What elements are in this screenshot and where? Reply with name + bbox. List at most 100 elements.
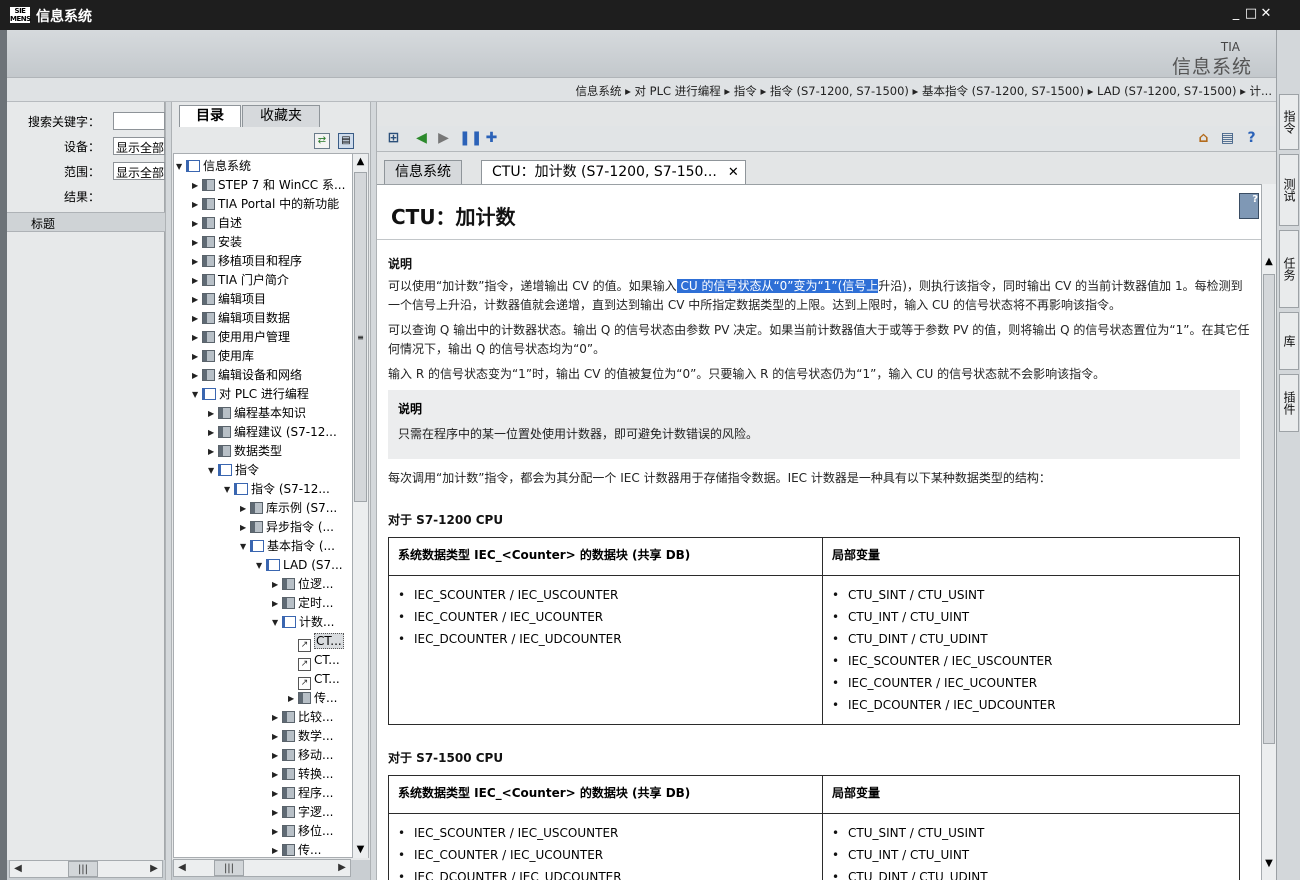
minimize-button[interactable]: _ [1228, 5, 1244, 23]
tree-item[interactable]: ▼ 对 PLC 进行编程 [192, 385, 309, 404]
scroll-down-icon[interactable]: ▼ [1262, 856, 1276, 872]
results-column-title[interactable]: 标题 [7, 212, 165, 232]
tree-item[interactable]: ▶ TIA 门户简介 [192, 271, 289, 290]
collapsed-arrow-icon[interactable]: ▶ [272, 708, 282, 727]
tree-item[interactable]: ↗ CT... [288, 651, 340, 671]
maximize-button[interactable]: □ [1243, 5, 1259, 23]
tree-item[interactable]: ▶ 异步指令 (... [240, 518, 334, 537]
panel-splitter-right[interactable] [370, 102, 377, 880]
help-icon[interactable]: ? [1243, 130, 1260, 147]
home-icon[interactable]: ⌂ [1195, 130, 1212, 147]
dock-tab-instructions[interactable]: 指令 [1279, 94, 1299, 150]
collapsed-arrow-icon[interactable]: ▶ [208, 404, 218, 423]
show-contents-icon[interactable]: ⊞ [385, 130, 402, 147]
tree-item[interactable]: ▶ 移位... [272, 822, 333, 841]
tree-item[interactable]: ▶ 位逻... [272, 575, 333, 594]
tree-item[interactable]: ▼ LAD (S7... [256, 556, 343, 575]
collapsed-arrow-icon[interactable]: ▶ [192, 328, 202, 347]
collapsed-arrow-icon[interactable]: ▶ [272, 803, 282, 822]
collapsed-arrow-icon[interactable]: ▶ [192, 271, 202, 290]
tree-item[interactable]: ▼ 计数... [272, 613, 334, 632]
collapsed-arrow-icon[interactable]: ▶ [192, 252, 202, 271]
tree-scroll-thumb[interactable]: ≡ [354, 172, 367, 502]
scroll-right-icon[interactable]: ▶ [334, 860, 350, 876]
collapsed-arrow-icon[interactable]: ▶ [240, 499, 250, 518]
tree-item[interactable]: ▶ 使用库 [192, 347, 254, 366]
tree-item[interactable]: ▶ STEP 7 和 WinCC 系... [192, 176, 345, 195]
collapsed-arrow-icon[interactable]: ▶ [272, 594, 282, 613]
sync-contents-icon[interactable]: ⇄ [314, 133, 330, 149]
tree-item[interactable]: ▶ 转换... [272, 765, 333, 784]
expanded-arrow-icon[interactable]: ▼ [240, 537, 250, 556]
tree-item[interactable]: ▶ 库示例 (S7... [240, 499, 337, 518]
expanded-arrow-icon[interactable]: ▼ [208, 461, 218, 480]
tree-item[interactable]: ▶ 比较... [272, 708, 333, 727]
tree-vscrollbar[interactable]: ▲ ≡ ▼ [352, 154, 368, 858]
view-mode-icon[interactable]: ? [1239, 193, 1259, 219]
dock-tab-libraries[interactable]: 库 [1279, 312, 1299, 370]
collapsed-arrow-icon[interactable]: ▶ [192, 233, 202, 252]
document-vscrollbar[interactable]: ▲ ▼ [1261, 184, 1276, 880]
close-tab-icon[interactable]: ✕ [728, 161, 739, 184]
tree-item[interactable]: ▶ 安装 [192, 233, 242, 252]
expanded-arrow-icon[interactable]: ▼ [176, 157, 186, 176]
collapsed-arrow-icon[interactable]: ▶ [272, 841, 282, 857]
dock-tab-addins[interactable]: 插件 [1279, 374, 1299, 432]
collapsed-arrow-icon[interactable]: ▶ [192, 176, 202, 195]
dock-tab-tasks[interactable]: 任务 [1279, 230, 1299, 308]
collapsed-arrow-icon[interactable]: ▶ [208, 442, 218, 461]
collapsed-arrow-icon[interactable]: ▶ [192, 366, 202, 385]
device-select[interactable]: 显示全部 [113, 137, 165, 155]
tree-item[interactable]: ▶ 移动... [272, 746, 333, 765]
close-window-button[interactable]: ✕ [1258, 5, 1274, 23]
print-icon[interactable]: ▤ [1219, 130, 1236, 147]
breadcrumb[interactable]: 信息系统 ▸ 对 PLC 进行编程 ▸ 指令 ▸ 指令 (S7-1200, S7… [575, 83, 1272, 99]
tree-item[interactable]: ▶ 程序... [272, 784, 333, 803]
print-icon[interactable]: ▤ [338, 133, 354, 149]
expanded-arrow-icon[interactable]: ▼ [192, 385, 202, 404]
results-hscrollbar[interactable]: ◀ ||| ▶ [9, 860, 163, 878]
collapsed-arrow-icon[interactable]: ▶ [272, 727, 282, 746]
collapsed-arrow-icon[interactable]: ▶ [192, 195, 202, 214]
collapsed-arrow-icon[interactable]: ▶ [192, 309, 202, 328]
expanded-arrow-icon[interactable]: ▼ [256, 556, 266, 575]
document-scroll-thumb[interactable] [1263, 274, 1275, 744]
scroll-down-icon[interactable]: ▼ [353, 842, 368, 858]
tree-item[interactable]: ▶ 自述 [192, 214, 242, 233]
tree-item[interactable]: ↗ CT... [288, 632, 344, 652]
tree-item[interactable]: ▶ 编程建议 (S7-12... [208, 423, 337, 442]
collapsed-arrow-icon[interactable]: ▶ [240, 518, 250, 537]
tree-hscrollbar[interactable]: ◀ ||| ▶ [173, 859, 351, 877]
add-favorite-icon[interactable]: ✚ [483, 130, 500, 147]
collapsed-arrow-icon[interactable]: ▶ [288, 689, 298, 708]
collapsed-arrow-icon[interactable]: ▶ [272, 575, 282, 594]
selected-text[interactable]: CU 的信号状态从“0”变为“1”(信号上 [676, 279, 879, 293]
tree-item[interactable]: ▶ 编程基本知识 [208, 404, 306, 423]
scroll-left-icon[interactable]: ◀ [10, 861, 26, 877]
collapsed-arrow-icon[interactable]: ▶ [192, 214, 202, 233]
tree-item[interactable]: ↗ CT... [288, 670, 340, 690]
scroll-up-icon[interactable]: ▲ [1262, 254, 1276, 270]
collapsed-arrow-icon[interactable]: ▶ [272, 746, 282, 765]
search-keyword-input[interactable] [113, 112, 165, 130]
scroll-left-icon[interactable]: ◀ [174, 860, 190, 876]
collapsed-arrow-icon[interactable]: ▶ [192, 347, 202, 366]
tree-item[interactable]: ▶ TIA Portal 中的新功能 [192, 195, 339, 214]
tree-item[interactable]: ▶ 使用用户管理 [192, 328, 290, 347]
tree-item[interactable]: ▶ 定时... [272, 594, 333, 613]
scroll-right-icon[interactable]: ▶ [146, 861, 162, 877]
tree-item[interactable]: ▶ 编辑项目数据 [192, 309, 290, 328]
collapsed-arrow-icon[interactable]: ▶ [272, 784, 282, 803]
tree-item[interactable]: ▶ 数学... [272, 727, 333, 746]
tree-item[interactable]: ▼ 指令 [208, 461, 259, 480]
forward-icon[interactable]: ▶ [435, 130, 452, 147]
tree-item[interactable]: ▶ 编辑项目 [192, 290, 266, 309]
tree-item[interactable]: ▶ 编辑设备和网络 [192, 366, 302, 385]
collapsed-arrow-icon[interactable]: ▶ [272, 822, 282, 841]
tree-item[interactable]: ▶ 数据类型 [208, 442, 282, 461]
tree-item[interactable]: ▶ 移植项目和程序 [192, 252, 302, 271]
tree-item[interactable]: ▼ 指令 (S7-12... [224, 480, 330, 499]
expanded-arrow-icon[interactable]: ▼ [272, 613, 282, 632]
tree-item[interactable]: ▶ 字逻... [272, 803, 333, 822]
back-icon[interactable]: ◀ [413, 130, 430, 147]
